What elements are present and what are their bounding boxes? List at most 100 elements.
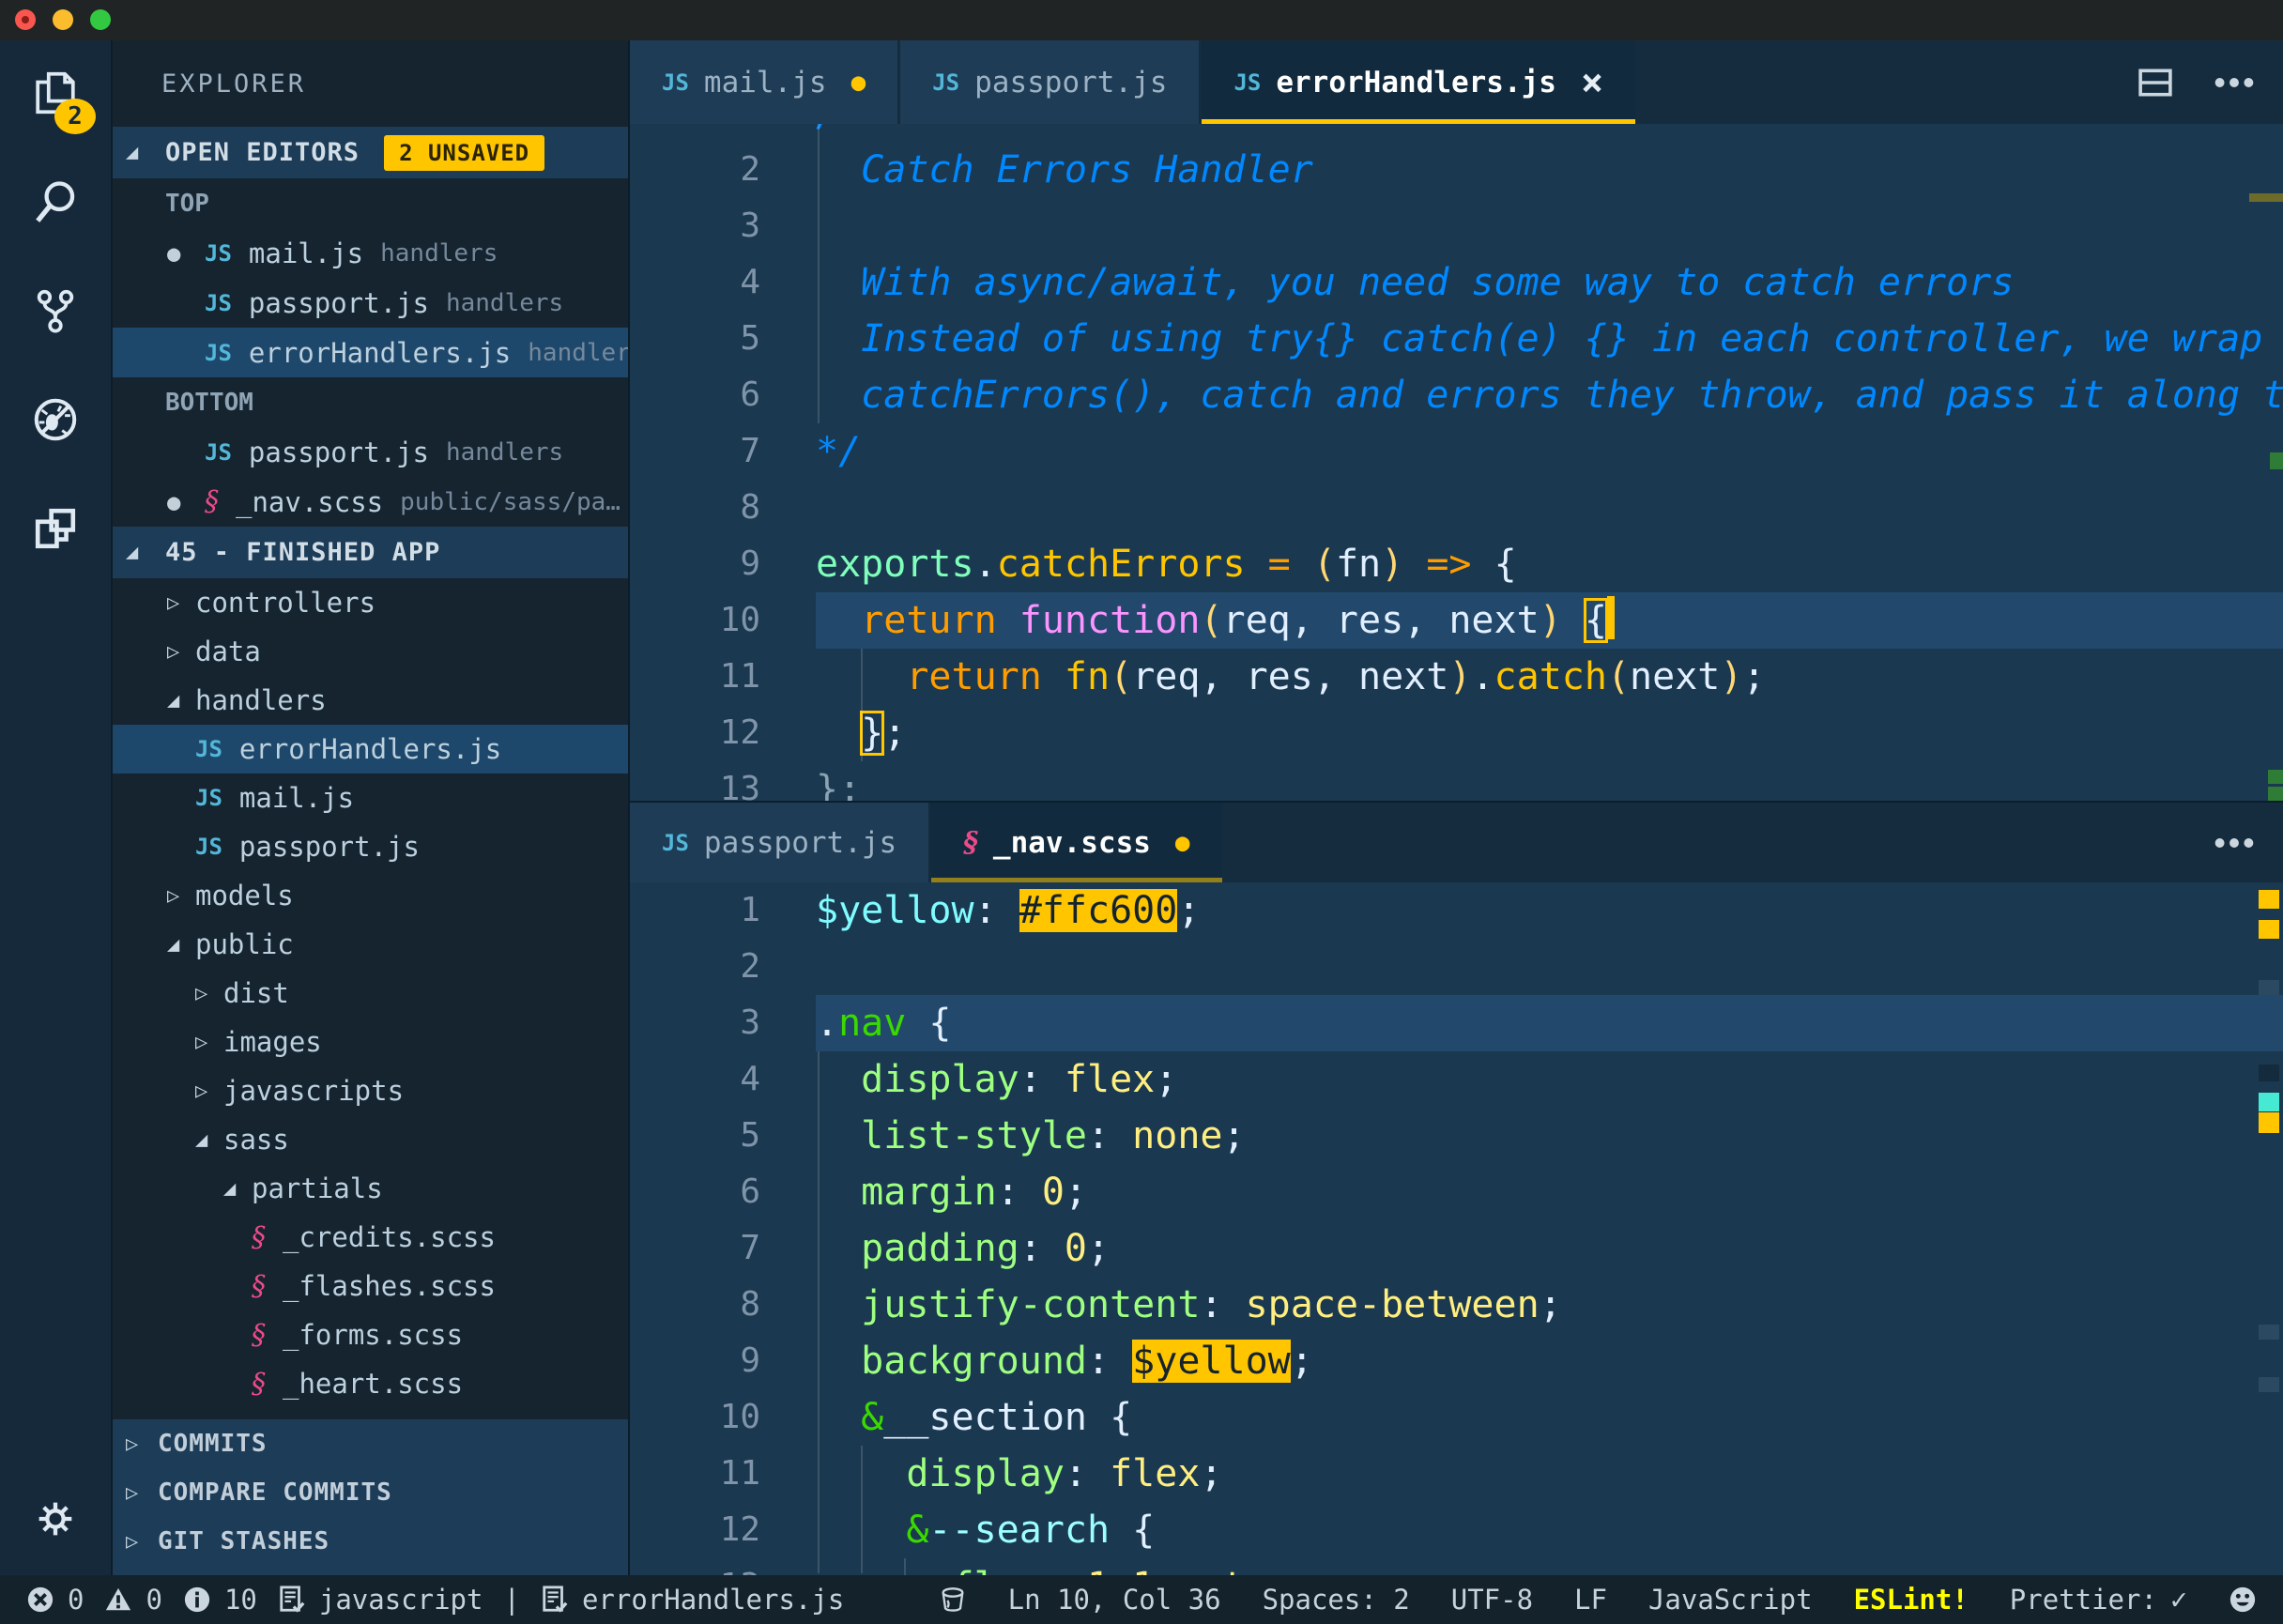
tree-item-partials[interactable]: ◢ partials [113, 1164, 628, 1213]
split-editor-icon[interactable] [2138, 68, 2172, 97]
tree-item-images[interactable]: ▷ images [113, 1018, 628, 1066]
code-line[interactable]: 4 display: flex; [630, 1051, 2283, 1108]
tree-item-_heart.scss[interactable]: § _heart.scss [113, 1359, 628, 1408]
open-editor-item-errorHandlers.js[interactable]: JS errorHandlers.js handler.. [113, 328, 628, 377]
tree-item-_forms.scss[interactable]: § _forms.scss [113, 1310, 628, 1359]
section-header-compare-commits[interactable]: ▷ COMPARE COMMITS [113, 1468, 628, 1517]
section-header-commits[interactable]: ▷ COMMITS [113, 1419, 628, 1468]
status-item--[interactable]: | [503, 1584, 519, 1616]
sidebar-item-explorer[interactable]: 2 [0, 40, 111, 149]
tab-errorHandlers.js[interactable]: JS errorHandlers.js × [1202, 40, 1636, 124]
code-line[interactable]: 9 background: $yellow; [630, 1333, 2283, 1389]
tree-item-mail.js[interactable]: JS mail.js [113, 774, 628, 822]
open-editor-item-passport.js[interactable]: JS passport.js handlers [113, 278, 628, 328]
status-item-0[interactable]: 0 [26, 1584, 84, 1616]
more-actions-icon[interactable] [2214, 836, 2255, 850]
more-actions-icon[interactable] [2214, 76, 2255, 89]
tree-item-_flashes.scss[interactable]: § _flashes.scss [113, 1262, 628, 1310]
tree-item-javascripts[interactable]: ▷ javascripts [113, 1066, 628, 1115]
status-item[interactable] [2229, 1586, 2257, 1614]
tree-item-label: javascripts [223, 1075, 405, 1107]
status-item-prettier-[interactable]: Prettier: ✓ [2010, 1584, 2187, 1616]
status-item-errorhandlers-js[interactable]: errorHandlers.js [541, 1584, 844, 1616]
status-item-10[interactable]: 10 [183, 1584, 257, 1616]
status-item-0[interactable]: 0 [104, 1584, 162, 1616]
line-number: 10 [719, 601, 760, 639]
code-line[interactable]: 6 margin: 0; [630, 1164, 2283, 1220]
code-line[interactable]: 5 list-style: none; [630, 1108, 2283, 1164]
tree-item-models[interactable]: ▷ models [113, 871, 628, 920]
tree-item-passport.js[interactable]: JS passport.js [113, 822, 628, 871]
code-line[interactable]: 11 return fn(req, res, next).catch(next)… [630, 649, 2283, 705]
code-line[interactable]: 11 display: flex; [630, 1446, 2283, 1502]
window-minimize-button[interactable] [53, 9, 73, 30]
tab-passport.js[interactable]: JS passport.js [900, 40, 1200, 124]
section-header-git-stashes[interactable]: ▷ GIT STASHES [113, 1517, 628, 1566]
code-line[interactable]: 1 $yellow: #ffc600; [630, 882, 2283, 939]
code-line[interactable]: 7 padding: 0; [630, 1220, 2283, 1277]
sidebar-item-extensions[interactable] [0, 476, 111, 585]
tree-item-errorHandlers.js[interactable]: JS errorHandlers.js [113, 725, 628, 774]
overview-ruler-mark [2259, 1377, 2279, 1392]
unsaved-badge: 2 UNSAVED [384, 134, 545, 171]
code-line[interactable]: 6 catchErrors(), catch and errors they t… [630, 367, 2283, 423]
tab-passport.js[interactable]: JS passport.js [630, 803, 929, 882]
editor-bottom[interactable]: 1 $yellow: #ffc600; 2 3 .nav {4 display: fle… [630, 882, 2283, 1575]
status-item-spaces-2[interactable]: Spaces: 2 [1263, 1584, 1410, 1616]
status-item-lf[interactable]: LF [1574, 1584, 1607, 1616]
window-close-button[interactable] [15, 9, 36, 30]
editor-top[interactable]: 1/*2 Catch Errors Handler34 With async/a… [630, 124, 2283, 801]
window-zoom-button[interactable] [90, 9, 111, 30]
sidebar-item-search[interactable] [0, 149, 111, 258]
code-line[interactable]: 8 justify-content: space-between; [630, 1277, 2283, 1333]
status-item-eslint-[interactable]: ESLint! [1854, 1584, 1969, 1616]
project-section-header[interactable]: ◢ 45 - FINISHED APP [113, 527, 628, 578]
tab-_nav.scss[interactable]: § _nav.scss ● [931, 803, 1222, 882]
tree-item-handlers[interactable]: ◢ handlers [113, 676, 628, 725]
tree-item[interactable]: § [113, 1408, 628, 1420]
check-icon: ✓ [2169, 1583, 2187, 1616]
code-line[interactable]: 2 [630, 939, 2283, 995]
code-line[interactable]: 10 &__section { [630, 1389, 2283, 1446]
code-line[interactable]: 7 */ [630, 423, 2283, 480]
tab-mail.js[interactable]: JS mail.js ● [630, 40, 898, 124]
code-token: none [1132, 1114, 1223, 1157]
code-line[interactable]: 10 return function(req, res, next) { [630, 592, 2283, 649]
close-icon[interactable]: × [1581, 64, 1603, 101]
code-line[interactable]: 2 Catch Errors Handler [630, 142, 2283, 198]
open-editors-header[interactable]: ◢ OPEN EDITORS 2 UNSAVED [113, 127, 628, 178]
code-line[interactable]: 4 With async/await, you need some way to… [630, 254, 2283, 311]
status-item-ln-10-col-36[interactable]: Ln 10, Col 36 [1008, 1584, 1221, 1616]
sidebar-bottom-sections: ▷ COMMITS ▷ COMPARE COMMITS ▷ GIT STASHES [113, 1419, 628, 1575]
code-line[interactable]: 12 }; [630, 705, 2283, 761]
tab-label: mail.js [703, 65, 827, 100]
status-item[interactable] [939, 1586, 967, 1614]
tree-item-data[interactable]: ▷ data [113, 627, 628, 676]
open-editor-item-mail.js[interactable]: ● JS mail.js handlers [113, 228, 628, 278]
code-line[interactable]: 8 [630, 480, 2283, 536]
status-item-utf-8[interactable]: UTF-8 [1451, 1584, 1533, 1616]
code-line[interactable]: 1/* [630, 124, 2283, 142]
tree-item-controllers[interactable]: ▷ controllers [113, 578, 628, 627]
tree-item-dist[interactable]: ▷ dist [113, 969, 628, 1018]
sidebar-item-debug[interactable] [0, 367, 111, 476]
main-area: 2 EXPLORER ◢ OPEN EDITORS 2 UNSAVED TOP … [0, 40, 2283, 1575]
gear-icon [31, 1494, 80, 1547]
code-line[interactable]: 3 .nav { [630, 995, 2283, 1051]
tree-item-_credits.scss[interactable]: § _credits.scss [113, 1213, 628, 1262]
code-line[interactable]: 5 Instead of using try{} catch(e) {} in … [630, 311, 2283, 367]
code-line[interactable]: 3 [630, 198, 2283, 254]
status-item-javascript[interactable]: javascript [278, 1584, 483, 1616]
code-line[interactable]: 13}; [630, 761, 2283, 801]
code-line[interactable]: 12 &--search { [630, 1502, 2283, 1558]
status-item-javascript[interactable]: JavaScript [1648, 1584, 1813, 1616]
js-file-icon: JS [205, 239, 232, 267]
settings-button[interactable] [0, 1466, 111, 1575]
sidebar-item-source-control[interactable] [0, 258, 111, 367]
open-editor-item-passport.js[interactable]: JS passport.js handlers [113, 427, 628, 477]
open-editor-item-_nav.scss[interactable]: ● § _nav.scss public/sass/pa… [113, 477, 628, 527]
code-line[interactable]: 13 flex: 1 1 auto; [630, 1558, 2283, 1575]
tree-item-public[interactable]: ◢ public [113, 920, 628, 969]
tree-item-sass[interactable]: ◢ sass [113, 1115, 628, 1164]
code-line[interactable]: 9 exports.catchErrors = (fn) => { [630, 536, 2283, 592]
